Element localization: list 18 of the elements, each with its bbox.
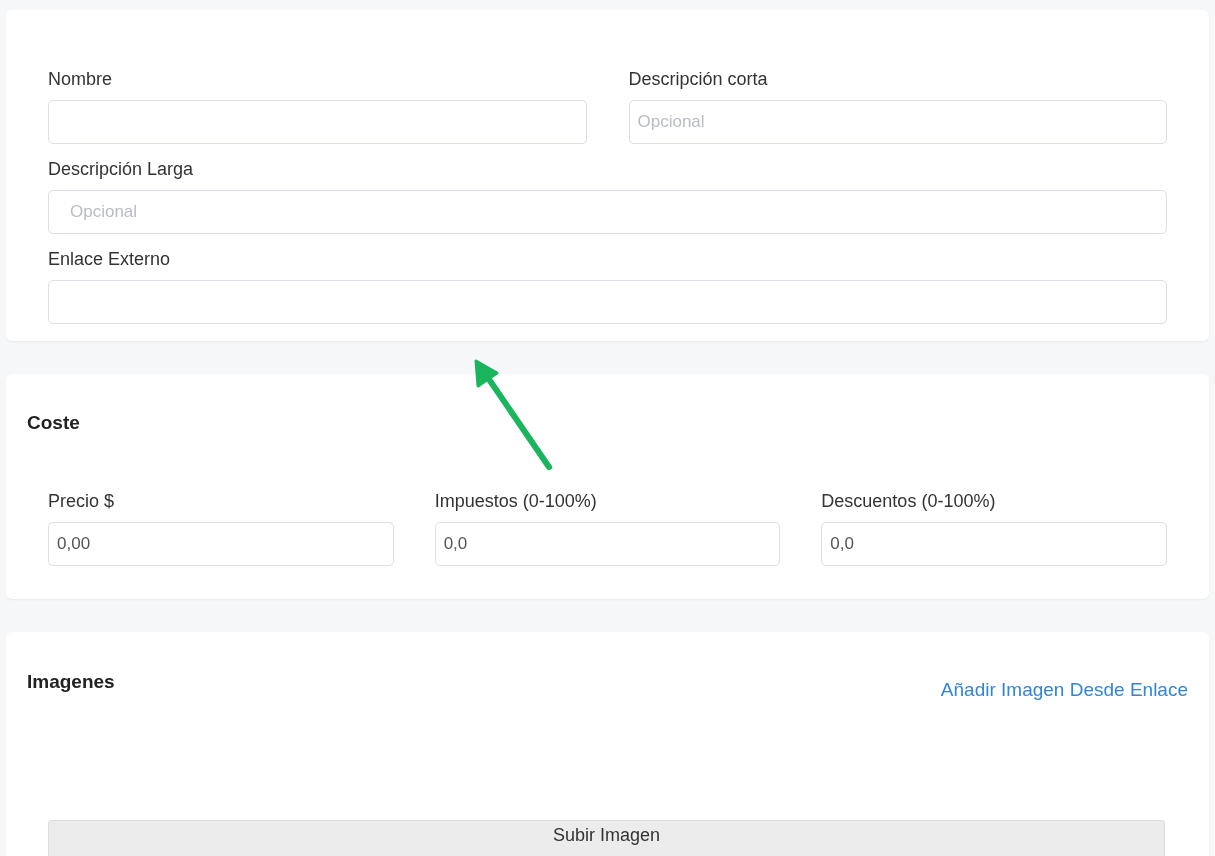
input-field[interactable] (48, 280, 1167, 324)
add-image-link[interactable]: Añadir Imagen Desde Enlace (940, 675, 1188, 704)
section-title: Imagenes (27, 669, 115, 694)
field-label: Descripción Larga (48, 158, 195, 180)
upload-button[interactable]: Subir Imagen (48, 820, 1165, 856)
field-label: Impuestos (0-100%) (434, 489, 598, 512)
input-field[interactable]: 0,0 (434, 521, 781, 566)
section-title: Coste (27, 411, 81, 435)
field-label: Nombre (48, 68, 114, 90)
input-field[interactable]: Opcional (48, 190, 1167, 234)
input-field[interactable]: Opcional (628, 100, 1167, 144)
input-field[interactable] (48, 100, 587, 144)
field-label: Enlace Externo (48, 248, 172, 270)
field-label: Descripción corta (628, 68, 769, 90)
field-label: Descuentos (0-100%) (821, 489, 997, 512)
input-field[interactable]: 0,0 (821, 521, 1167, 566)
field-label: Precio $ (48, 489, 116, 512)
input-field[interactable]: 0,00 (48, 521, 394, 566)
